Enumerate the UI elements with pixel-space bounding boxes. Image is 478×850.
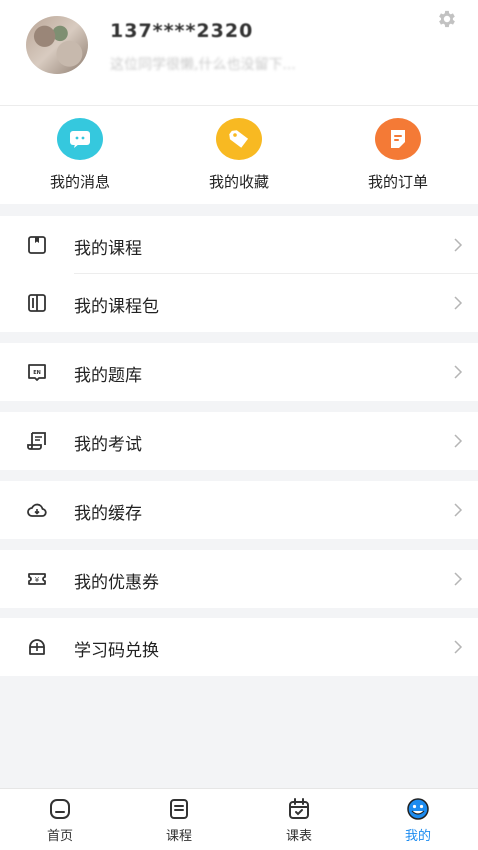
menu-item-label: 我的缓存 — [74, 504, 142, 524]
menu-item-label: 我的课程 — [74, 239, 142, 259]
menu-group-coupons: ¥ 我的优惠券 — [0, 550, 478, 608]
menu-group-cache: 我的缓存 — [0, 481, 478, 539]
menu-item-label: 我的优惠券 — [74, 573, 159, 593]
book-icon — [28, 236, 46, 254]
my-messages-button[interactable]: 我的消息 — [20, 118, 140, 192]
tag-icon — [216, 118, 262, 160]
bottom-tab-bar: 首页 课程 课表 我的 — [0, 788, 478, 850]
menu-item-my-question-bank[interactable]: EN 我的题库 — [0, 343, 478, 401]
home-icon — [50, 799, 70, 819]
chevron-right-icon — [454, 296, 463, 310]
menu-group-question-bank: EN 我的题库 — [0, 343, 478, 401]
message-icon — [57, 118, 103, 160]
package-icon — [28, 294, 46, 312]
tab-courses-label: 课程 — [165, 829, 192, 844]
chevron-right-icon — [454, 238, 463, 252]
my-orders-label: 我的订单 — [367, 173, 428, 191]
chevron-right-icon — [454, 434, 463, 448]
menu-item-my-courses[interactable]: 我的课程 — [0, 216, 478, 274]
menu-item-label: 学习码兑换 — [74, 641, 159, 661]
course-icon — [170, 799, 188, 819]
gear-icon[interactable] — [436, 8, 458, 30]
svg-text:¥: ¥ — [35, 576, 40, 584]
menu-item-label: 我的考试 — [74, 435, 142, 455]
tab-schedule-label: 课表 — [285, 829, 312, 844]
menu-item-my-coupons[interactable]: ¥ 我的优惠券 — [0, 550, 478, 608]
cloud-download-icon — [27, 503, 47, 517]
svg-text:EN: EN — [33, 370, 41, 376]
order-icon — [375, 118, 421, 160]
tab-mine-label: 我的 — [404, 829, 431, 844]
calendar-icon — [289, 798, 309, 819]
chevron-right-icon — [454, 640, 463, 654]
profile-header[interactable]: 137****2320 这位同学很懒,什么也没留下... — [0, 0, 478, 106]
exam-icon — [27, 432, 46, 450]
tab-courses[interactable]: 课程 — [139, 797, 219, 844]
tab-mine[interactable]: 我的 — [378, 797, 458, 844]
tab-schedule[interactable]: 课表 — [259, 797, 339, 844]
menu-item-my-cache[interactable]: 我的缓存 — [0, 481, 478, 539]
menu-item-my-exams[interactable]: 我的考试 — [0, 412, 478, 470]
my-favorites-label: 我的收藏 — [208, 173, 269, 191]
question-bank-icon: EN — [28, 364, 46, 381]
tab-home[interactable]: 首页 — [20, 797, 100, 844]
menu-group-courses: 我的课程 我的课程包 — [0, 216, 478, 332]
tab-home-label: 首页 — [46, 829, 73, 844]
user-motto: 这位同学很懒,什么也没留下... — [110, 57, 296, 73]
mine-icon — [407, 798, 429, 820]
chevron-right-icon — [454, 503, 463, 517]
my-favorites-button[interactable]: 我的收藏 — [179, 118, 299, 192]
menu-group-exams: 我的考试 — [0, 412, 478, 470]
redeem-code-icon — [29, 639, 45, 655]
avatar[interactable] — [26, 16, 88, 74]
user-phone: 137****2320 — [110, 20, 254, 42]
my-orders-button[interactable]: 我的订单 — [338, 118, 458, 192]
menu-item-my-course-packages[interactable]: 我的课程包 — [0, 274, 478, 332]
chevron-right-icon — [454, 572, 463, 586]
coupon-icon: ¥ — [28, 573, 46, 585]
my-messages-label: 我的消息 — [49, 173, 110, 191]
menu-item-label: 我的题库 — [74, 366, 142, 386]
chevron-right-icon — [454, 365, 463, 379]
menu-item-redeem-code[interactable]: 学习码兑换 — [0, 618, 478, 676]
menu-group-redeem: 学习码兑换 — [0, 618, 478, 676]
quick-actions: 我的消息 我的收藏 我的订单 — [0, 106, 478, 204]
menu-item-label: 我的课程包 — [74, 297, 159, 317]
